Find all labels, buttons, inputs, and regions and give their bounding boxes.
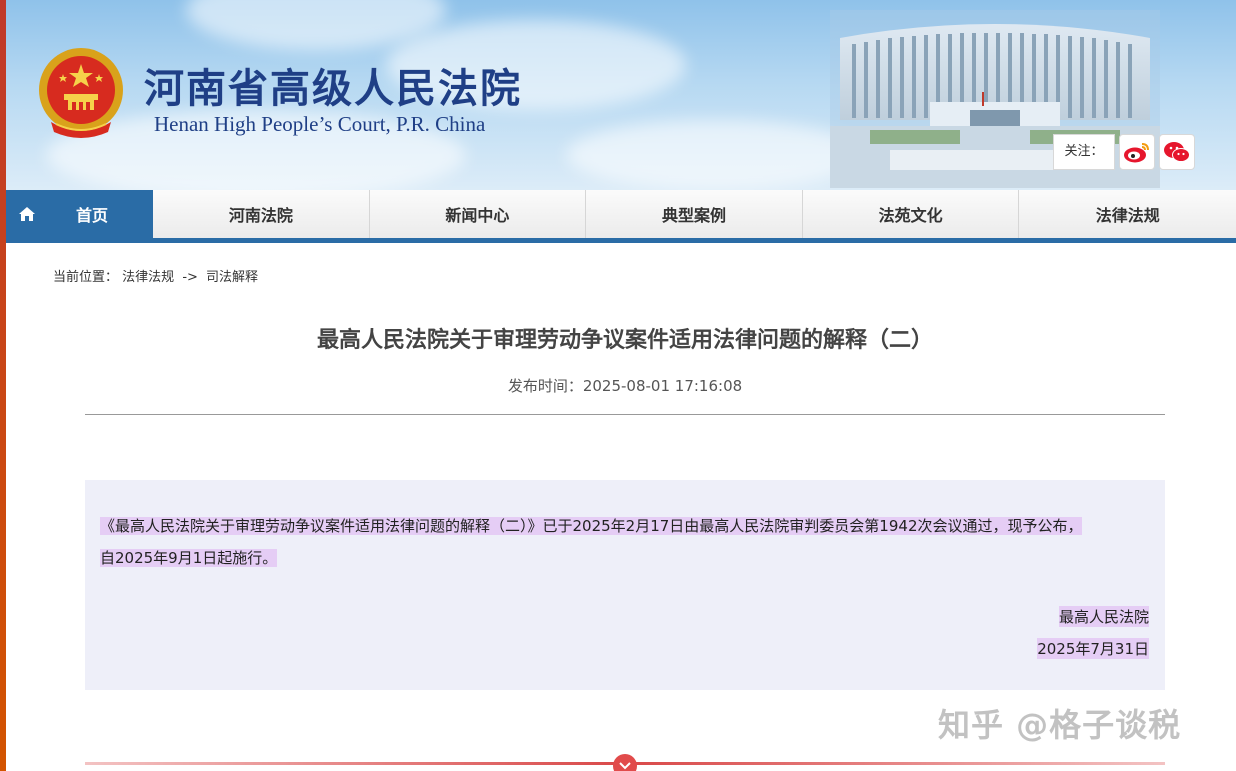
signature-date: 2025年7月31日 (1037, 638, 1149, 659)
nav-item-henan-courts[interactable]: 河南法院 (153, 190, 370, 238)
home-icon (19, 207, 35, 221)
article-title: 最高人民法院关于审理劳动争议案件适用法律问题的解释（二） (316, 328, 933, 353)
breadcrumb: 当前位置： 法律法规 -> 司法解释 (53, 266, 258, 285)
site-title-en: Henan High People’s Court, P.R. China (154, 112, 486, 136)
site-title-cn: 河南省高级人民法院 (144, 65, 522, 112)
signature-org: 最高人民法院 (1058, 606, 1149, 627)
nav-item-home[interactable]: 首页 (6, 190, 154, 238)
paragraph-line-1: 《最高人民法院关于审理劳动争议案件适用法律问题的解释（二）》已于2025年2月1… (100, 517, 1083, 535)
nav-item-court-culture[interactable]: 法苑文化 (803, 190, 1020, 238)
article-paragraph: 《最高人民法院关于审理劳动争议案件适用法律问题的解释（二）》已于2025年2月1… (100, 510, 1152, 574)
weibo-icon[interactable] (1119, 134, 1155, 170)
header-banner: 河南省高级人民法院 Henan High People’s Court, P.R… (6, 0, 1236, 190)
publish-time: 发布时间：2025-08-01 17:16:08 (507, 377, 743, 395)
breadcrumb-link-judicial-interpretation[interactable]: 司法解释 (206, 270, 258, 285)
nav-home-label: 首页 (76, 206, 109, 225)
breadcrumb-prefix: 当前位置： (53, 270, 119, 285)
main-nav: 首页 河南法院 新闻中心 典型案例 法苑文化 法律法规 (6, 190, 1236, 238)
breadcrumb-separator: -> (182, 270, 198, 285)
national-emblem-icon (39, 48, 123, 138)
chevron-down-icon[interactable] (613, 754, 637, 771)
paragraph-line-2: 自2025年9月1日起施行。 (100, 549, 278, 567)
page: 河南省高级人民法院 Henan High People’s Court, P.R… (0, 0, 1236, 771)
nav-item-news-center[interactable]: 新闻中心 (370, 190, 587, 238)
nav-item-laws-regulations[interactable]: 法律法规 (1019, 190, 1236, 238)
wechat-icon[interactable] (1159, 134, 1195, 170)
title-divider (85, 414, 1165, 415)
nav-underline (6, 238, 1236, 243)
left-accent-bar (0, 0, 6, 771)
nav-item-typical-cases[interactable]: 典型案例 (586, 190, 803, 238)
follow-label: 关注： (1053, 134, 1115, 170)
breadcrumb-link-laws[interactable]: 法律法规 (122, 270, 174, 285)
article-body: 《最高人民法院关于审理劳动争议案件适用法律问题的解释（二）》已于2025年2月1… (85, 480, 1165, 690)
zhihu-watermark: 知乎 @格子谈税 (938, 706, 1182, 744)
